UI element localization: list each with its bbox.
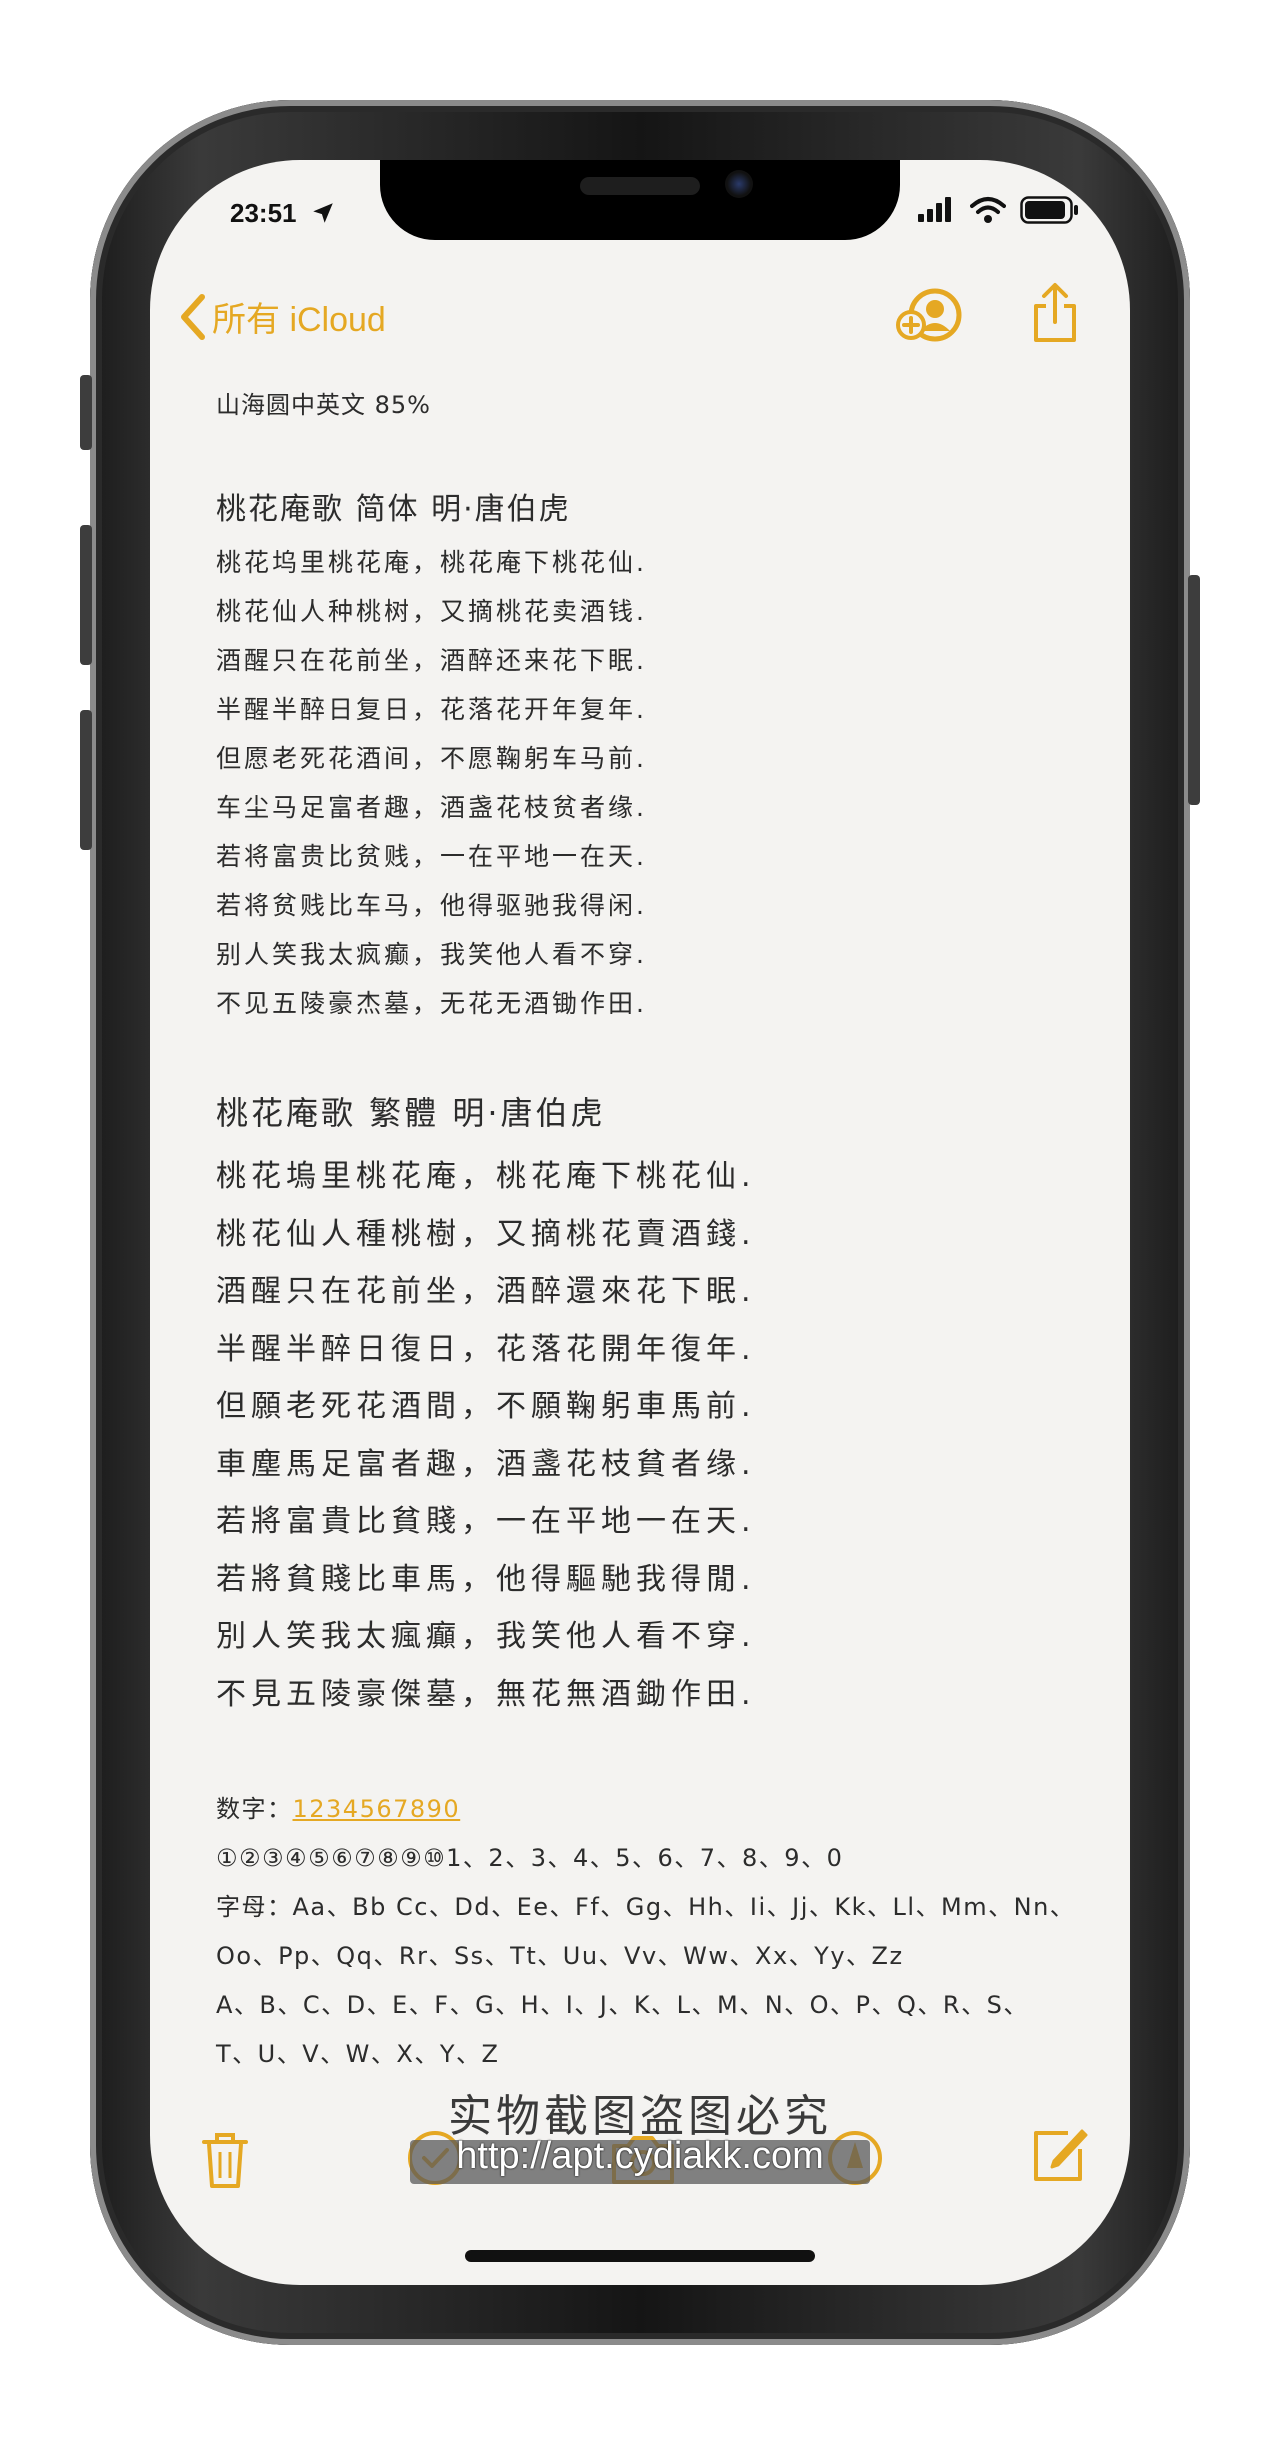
poem-line: 酒醒只在花前坐，酒醉還來花下眠.	[216, 1274, 756, 1309]
front-camera	[725, 170, 753, 198]
poem-line: 桃花仙人種桃樹，又摘桃花賣酒錢.	[216, 1216, 756, 1252]
mute-switch	[80, 375, 92, 450]
digits-label: 数字：	[216, 1795, 293, 1823]
volume-down-button	[80, 710, 92, 850]
poem-line: 但願老死花酒間，不願鞠躬車馬前.	[216, 1389, 756, 1424]
speaker-grille	[580, 177, 700, 195]
compose-icon[interactable]	[1030, 2125, 1090, 2185]
alphabet-line: 字母：Aa、Bb Cc、Dd、Ee、Ff、Gg、Hh、Ii、Jj、Kk、Ll、M…	[216, 1893, 1076, 1921]
poem-line: 不见五陵豪杰墓，无花无酒锄作田.	[216, 989, 647, 1018]
poem-line: 車塵馬足富者趣，酒盞花枝貧者缘.	[216, 1446, 756, 1482]
status-time: 23:51	[230, 198, 297, 228]
share-icon[interactable]	[1030, 282, 1080, 344]
poem-title: 桃花庵歌 繁體 明·唐伯虎	[216, 1094, 606, 1132]
phone-screen: 23:51 所有 iCloud 山海圆中英文 85% 桃花庵歌 简体 明·唐伯虎…	[150, 160, 1130, 2285]
back-button-label: 所有 iCloud	[212, 301, 386, 339]
poem-line: 若将富贵比贫贱，一在平地一在天.	[216, 842, 647, 871]
note-header: 山海圆中英文 85%	[216, 391, 431, 419]
poem-line: 但愿老死花酒间，不愿鞠躬车马前.	[216, 744, 647, 773]
poem-line: 半醒半醉日復日，花落花開年復年.	[216, 1331, 756, 1367]
wifi-icon	[970, 197, 1006, 223]
back-button[interactable]: 所有 iCloud	[178, 292, 386, 341]
note-body[interactable]: 山海圆中英文 85% 桃花庵歌 简体 明·唐伯虎 桃花坞里桃花庵，桃花庵下桃花仙…	[216, 385, 1076, 2079]
phone-number-link[interactable]: 1234567890	[293, 1795, 461, 1823]
circled-digits-line: ①②③④⑤⑥⑦⑧⑨⑩1、2、3、4、5、6、7、8、9、0	[216, 1844, 844, 1872]
digits-line: 数字：1234567890	[216, 1785, 1076, 1834]
power-button	[1188, 575, 1200, 805]
alphabet-line: A、B、C、D、E、F、G、H、I、J、K、L、M、N、O、P、Q、R、S、	[216, 1991, 1029, 2019]
poem-line: 酒醒只在花前坐，酒醉还来花下眠.	[216, 646, 647, 675]
poem-line: 别人笑我太疯癫，我笑他人看不穿.	[216, 940, 647, 969]
home-indicator[interactable]	[465, 2250, 815, 2262]
add-person-icon[interactable]	[895, 285, 963, 345]
poem-line: 別人笑我太瘋癲，我笑他人看不穿.	[216, 1619, 756, 1654]
poem-line: 车尘马足富者趣，酒盏花枝贫者缘.	[216, 793, 647, 822]
alphabet-line: T、U、V、W、X、Y、Z	[216, 2040, 500, 2068]
poem-simplified: 桃花庵歌 简体 明·唐伯虎 桃花坞里桃花庵，桃花庵下桃花仙. 桃花仙人种桃树，又…	[216, 484, 1076, 1028]
location-arrow-icon	[313, 203, 333, 223]
poem-line: 若將富貴比貧賤，一在平地一在天.	[216, 1504, 756, 1539]
poem-traditional: 桃花庵歌 繁體 明·唐伯虎 桃花塢里桃花庵，桃花庵下桃花仙. 桃花仙人種桃樹，又…	[216, 1088, 1076, 1723]
notch	[380, 160, 900, 240]
poem-line: 桃花仙人种桃树，又摘桃花卖酒钱.	[216, 597, 647, 626]
chevron-left-icon	[181, 293, 205, 340]
cellular-signal-icon	[918, 197, 951, 222]
alphabet-line: Oo、Pp、Qq、Rr、Ss、Tt、Uu、Vv、Ww、Xx、Yy、Zz	[216, 1942, 904, 1970]
status-indicators	[918, 196, 1078, 224]
poem-line: 桃花坞里桃花庵，桃花庵下桃花仙.	[216, 548, 647, 577]
poem-title: 桃花庵歌 简体 明·唐伯虎	[216, 492, 571, 527]
battery-icon	[1020, 196, 1078, 224]
poem-line: 不見五陵豪傑墓，無花無酒鋤作田.	[216, 1676, 756, 1712]
poem-line: 桃花塢里桃花庵，桃花庵下桃花仙.	[216, 1159, 756, 1194]
watermark-background	[410, 2140, 870, 2184]
trash-icon[interactable]	[200, 2130, 250, 2190]
poem-line: 若將貧賤比車馬，他得驅馳我得閒.	[216, 1561, 756, 1597]
poem-line: 半醒半醉日复日，花落花开年复年.	[216, 695, 647, 724]
poem-line: 若将贫贱比车马，他得驱驰我得闲.	[216, 891, 647, 920]
volume-up-button	[80, 525, 92, 665]
